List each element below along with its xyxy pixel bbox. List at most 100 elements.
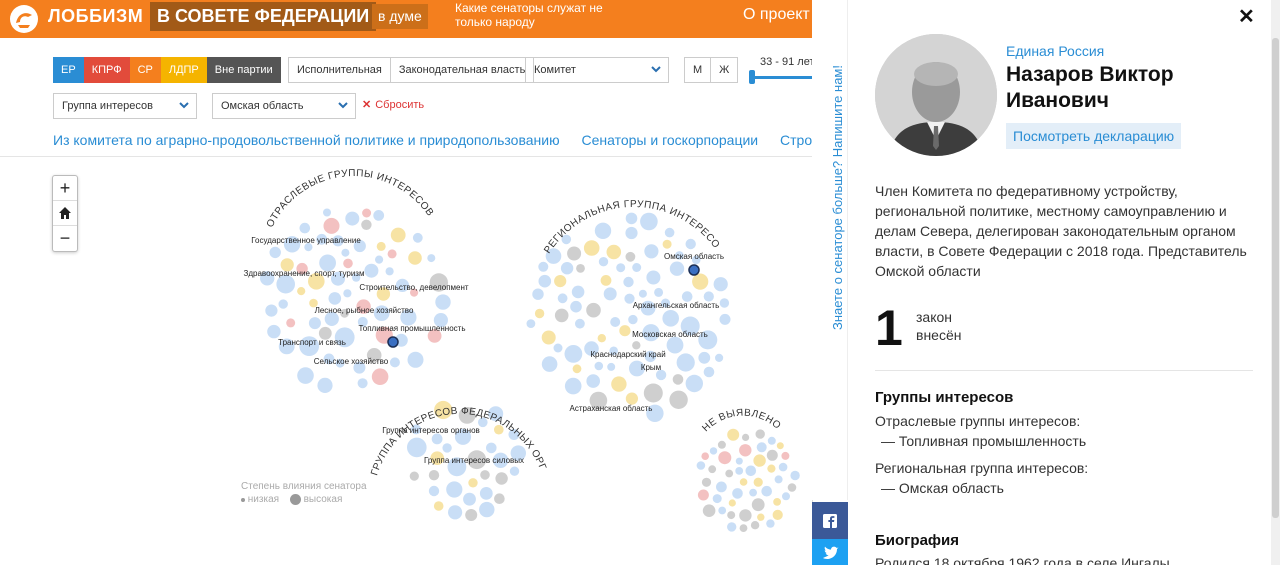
senator-bubble[interactable] [739,509,752,522]
senator-bubble[interactable] [572,364,582,374]
senator-bubble[interactable] [357,378,368,389]
senator-bubble[interactable] [465,509,478,521]
senator-bubble[interactable] [345,211,360,226]
senator-bubble[interactable] [640,212,658,231]
senator-bubble[interactable] [750,521,760,530]
senator-bubble[interactable] [598,257,609,267]
senator-bubble[interactable] [541,330,556,345]
senator-bubble[interactable] [375,255,384,264]
senator-bubble[interactable] [776,442,784,450]
senator-bubble[interactable] [735,457,743,465]
senator-bubble[interactable] [486,442,497,454]
senator-bubble[interactable] [495,472,508,485]
senator-bubble[interactable] [603,287,617,301]
party-filter-ldpr[interactable]: ЛДПР [160,57,207,83]
senator-bubble[interactable] [787,483,797,492]
senator-bubble[interactable] [676,353,695,372]
senator-bubble[interactable] [299,222,311,234]
senator-bubble[interactable] [446,481,463,498]
party-filter-er[interactable]: ЕР [53,57,84,83]
senator-bubble[interactable] [343,258,353,269]
senator-bubble[interactable] [407,351,424,368]
senator-bubble[interactable] [701,477,712,487]
senator-bubble[interactable] [623,276,634,288]
party-filter-kprf[interactable]: КПРФ [83,57,130,83]
senator-bubble[interactable] [739,444,752,457]
senator-bubble[interactable] [669,390,688,409]
senator-bubble[interactable] [479,487,493,500]
senator-bubble[interactable] [692,273,709,290]
senator-bubble[interactable] [553,343,563,353]
senator-bubble[interactable] [696,461,706,470]
senator-bubble[interactable] [790,470,800,481]
declaration-button[interactable]: Посмотреть декларацию [1006,123,1182,149]
brand-duma-link[interactable]: в думе [372,4,428,29]
home-button[interactable] [53,201,77,226]
senator-bubble[interactable] [341,248,350,257]
senator-bubble[interactable] [409,471,419,481]
party-filter-sr[interactable]: СР [129,57,161,83]
senator-bubble[interactable] [361,219,372,230]
selected-senator-marker[interactable] [688,264,700,276]
senator-bubble[interactable] [575,318,585,329]
senator-bubble[interactable] [774,475,783,484]
senator-bubble[interactable] [732,488,743,499]
senator-bubble[interactable] [600,275,612,286]
senator-bubble[interactable] [364,263,379,278]
region-select[interactable]: Омская область [212,93,356,119]
senator-bubble[interactable] [412,232,423,243]
senator-bubble[interactable] [265,304,278,317]
senator-bubble[interactable] [727,511,736,520]
senator-bubble[interactable] [625,392,639,405]
senator-bubble[interactable] [387,249,397,259]
senator-bubble[interactable] [554,308,569,323]
senator-bubble[interactable] [448,505,463,520]
about-link[interactable]: О проект [743,6,810,24]
senator-bubble[interactable] [428,470,440,481]
senator-bubble[interactable] [753,477,763,487]
branch-executive-button[interactable]: Исполнительная [289,58,391,82]
senator-bubble[interactable] [717,440,726,449]
age-slider-handle[interactable] [749,70,755,84]
age-slider-track[interactable] [752,76,812,79]
senator-bubble[interactable] [597,334,606,343]
senator-bubble[interactable] [343,289,352,298]
senator-bubble[interactable] [532,288,544,300]
senator-bubble[interactable] [778,462,788,472]
facebook-share-button[interactable] [812,502,848,539]
senator-bubble[interactable] [753,454,766,467]
senator-bubble[interactable] [727,522,737,532]
senator-bubble[interactable] [267,324,281,339]
senator-bubble[interactable] [509,466,520,476]
senator-bubble[interactable] [480,470,490,480]
senator-bubble[interactable] [576,264,585,273]
senator-bubble[interactable] [697,489,709,501]
senator-bubble[interactable] [538,274,552,288]
senator-bubble[interactable] [751,498,765,512]
senator-bubble[interactable] [323,208,331,217]
senator-bubble[interactable] [567,246,582,261]
senator-bubble[interactable] [662,310,679,327]
senator-bubble[interactable] [701,452,709,461]
senator-bubble[interactable] [610,317,621,327]
senator-bubble[interactable] [611,376,627,392]
senator-bubble[interactable] [376,241,386,251]
senator-bubble[interactable] [767,464,776,473]
senator-bubble[interactable] [713,277,728,292]
senator-bubble[interactable] [427,254,436,263]
senator-bubble[interactable] [538,261,549,272]
sectoral-group-item[interactable]: — Топливная промышленность [881,433,1086,449]
senator-bubble[interactable] [625,212,638,225]
interest-group-select[interactable]: Группа интересов [53,93,197,119]
senator-bubble[interactable] [442,443,452,453]
bubble-map[interactable]: ОТРАСЛЕВЫЕ ГРУППЫ ИНТЕРЕСОВ РЕГИОНАЛЬНАЯ… [0,157,812,565]
senator-bubble[interactable] [317,377,333,393]
senator-bubble[interactable] [749,488,757,497]
senator-bubble[interactable] [709,447,718,455]
senator-bubble[interactable] [607,362,616,371]
senator-bubble[interactable] [564,345,583,363]
senator-bubble[interactable] [782,492,790,501]
senator-bubble[interactable] [586,374,600,388]
senator-bubble[interactable] [433,501,444,511]
senator-bubble[interactable] [625,251,636,262]
